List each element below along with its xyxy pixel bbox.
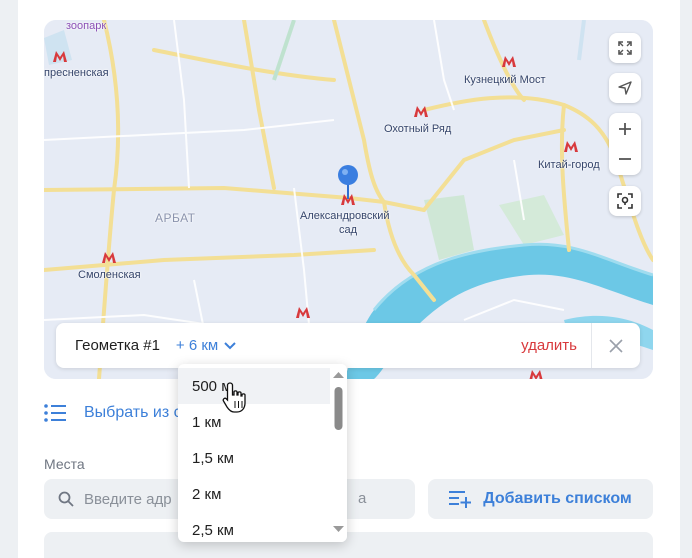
scroll-up-arrow-icon bbox=[333, 372, 344, 378]
close-icon bbox=[609, 338, 623, 353]
fullscreen-icon[interactable] bbox=[609, 33, 641, 63]
metro-icon bbox=[502, 56, 516, 67]
map-label-smolenskaya: Смоленская bbox=[78, 269, 141, 281]
metro-icon bbox=[53, 51, 67, 62]
location-target-icon[interactable] bbox=[609, 186, 641, 216]
map-label-kitay: Китай-город bbox=[538, 159, 600, 171]
dropdown-scrollbar[interactable] bbox=[330, 364, 347, 542]
map-label-okhotny: Охотный Ряд bbox=[384, 123, 452, 135]
metro-icon bbox=[296, 307, 310, 318]
map-label-kuznetsky: Кузнецкий Мост bbox=[464, 74, 546, 86]
metro-icon bbox=[529, 370, 543, 379]
metro-icon bbox=[414, 106, 428, 117]
search-placeholder-tail: а bbox=[358, 490, 367, 507]
radius-options: 500 м 1 км 1,5 км 2 км 2,5 км bbox=[178, 368, 330, 542]
search-icon bbox=[58, 491, 74, 507]
fullscreen-control[interactable] bbox=[609, 33, 641, 63]
zoom-in-icon[interactable] bbox=[609, 114, 641, 144]
radius-option-1-5km[interactable]: 1,5 км bbox=[178, 440, 330, 476]
chevron-down-icon bbox=[224, 341, 236, 349]
close-button[interactable] bbox=[592, 323, 640, 368]
hand-cursor-icon bbox=[222, 382, 246, 413]
scroll-thumb bbox=[334, 387, 343, 430]
map-label-zoo: зоопарк bbox=[66, 20, 107, 32]
zoom-out-icon[interactable] bbox=[609, 144, 641, 174]
metro-icon bbox=[102, 252, 116, 263]
geomark-bar: Геометка #1 + 6 км удалить bbox=[56, 323, 640, 368]
navigation-arrow-icon[interactable] bbox=[609, 73, 641, 103]
radius-option-500m[interactable]: 500 м bbox=[178, 368, 330, 404]
add-list-button[interactable]: Добавить списком bbox=[428, 479, 653, 519]
pick-from-list-link[interactable]: Выбрать из с bbox=[44, 404, 182, 422]
add-list-label: Добавить списком bbox=[483, 490, 632, 507]
delete-button[interactable]: удалить bbox=[521, 337, 577, 354]
radius-option-1km[interactable]: 1 км bbox=[178, 404, 330, 440]
map-label-presnenskaya: пресненская bbox=[44, 67, 109, 79]
radius-dropdown: 500 м 1 км 1,5 км 2 км 2,5 км bbox=[178, 364, 347, 542]
map-label-sad: сад bbox=[339, 224, 358, 236]
geomark-title: Геометка #1 bbox=[75, 337, 160, 354]
map-label-arbat: АРБАТ bbox=[155, 211, 196, 225]
places-list-area bbox=[44, 532, 653, 558]
radius-value: + 6 км bbox=[175, 337, 219, 354]
map-label-aleksandrovsky: Александровский bbox=[300, 210, 390, 222]
radius-option-2km[interactable]: 2 км bbox=[178, 476, 330, 512]
geolocation-control[interactable] bbox=[609, 186, 641, 216]
metro-icon bbox=[564, 141, 578, 152]
radius-selector[interactable]: + 6 км bbox=[176, 337, 236, 354]
zoom-control bbox=[609, 113, 641, 175]
location-pin-icon[interactable] bbox=[338, 165, 358, 199]
navigation-control[interactable] bbox=[609, 73, 641, 103]
list-icon bbox=[44, 404, 66, 422]
places-section-label: Места bbox=[44, 456, 85, 472]
radius-option-2-5km[interactable]: 2,5 км bbox=[178, 512, 330, 542]
scroll-down-arrow-icon bbox=[333, 526, 344, 532]
pick-from-list-label: Выбрать из с bbox=[84, 404, 182, 421]
add-list-icon bbox=[449, 491, 472, 508]
